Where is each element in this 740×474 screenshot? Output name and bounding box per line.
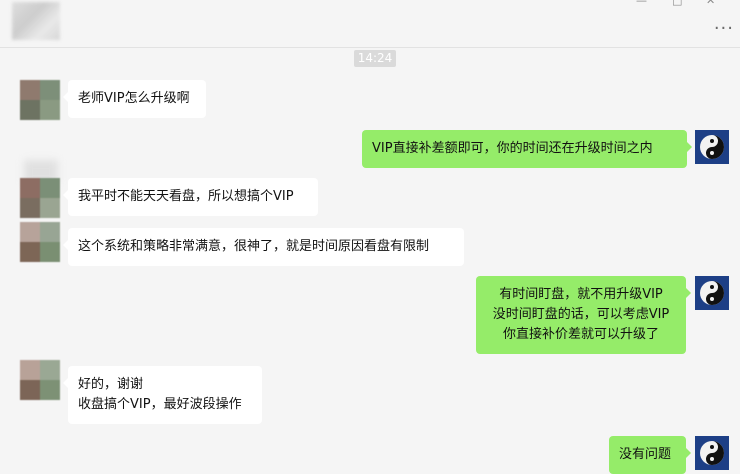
message-bubble-incoming[interactable]: 这个系统和策略非常满意，很神了，就是时间原因看盘有限制 <box>63 228 464 266</box>
sender-avatar[interactable] <box>20 360 60 400</box>
contact-avatar-blurred[interactable] <box>12 2 60 40</box>
message-bubble-outgoing[interactable]: VIP直接补差额即可，你的时间还在升级时间之内 <box>362 130 692 168</box>
sender-avatar[interactable] <box>20 80 60 120</box>
yin-yang-icon <box>695 130 729 164</box>
sender-avatar[interactable] <box>20 222 60 262</box>
close-icon[interactable]: ✕ <box>706 0 715 7</box>
sender-avatar[interactable] <box>20 178 60 218</box>
message-bubble-outgoing[interactable]: 没有问题 <box>609 436 691 474</box>
message-bubble-outgoing[interactable]: 有时间盯盘，就不用升级VIP 没时间盯盘的话，可以考虑VIP 你直接补价差就可以… <box>476 276 691 354</box>
yin-yang-icon <box>695 436 729 470</box>
message-bubble-incoming[interactable]: 好的，谢谢 收盘搞个VIP，最好波段操作 <box>63 366 262 424</box>
self-avatar[interactable] <box>695 130 729 164</box>
restore-icon[interactable]: □ <box>672 0 682 7</box>
message-bubble-incoming[interactable]: 老师VIP怎么升级啊 <box>63 80 206 118</box>
chat-header: — □ ✕ ··· <box>0 0 740 48</box>
message-bubble-incoming[interactable]: 我平时不能天天看盘，所以想搞个VIP <box>63 178 318 216</box>
yin-yang-icon <box>695 276 729 310</box>
self-avatar[interactable] <box>695 436 729 470</box>
minimize-icon[interactable]: — <box>636 0 647 7</box>
message-timestamp: 14:24 <box>354 50 396 67</box>
more-options-icon[interactable]: ··· <box>714 20 734 38</box>
self-avatar[interactable] <box>695 276 729 310</box>
